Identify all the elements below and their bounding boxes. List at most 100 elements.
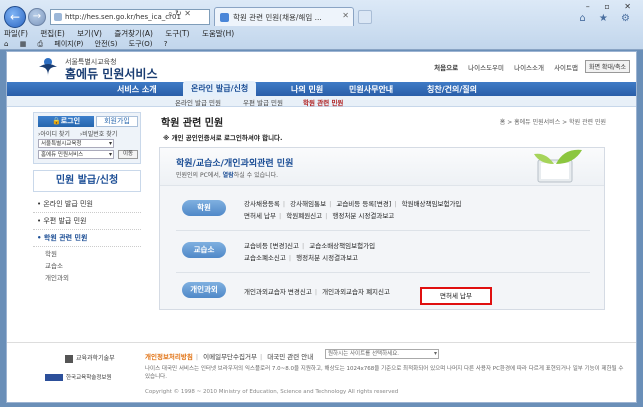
svc-academy-close[interactable]: 학원폐원신고 xyxy=(286,212,322,220)
window-controls[interactable]: – ▫ ✕ xyxy=(586,2,637,11)
logo-icon xyxy=(39,58,57,76)
menu-tools[interactable]: 도구(T) xyxy=(165,29,189,38)
login-label: 로그인 xyxy=(60,117,81,125)
footer-notice: 나이스 대국민 서비스는 인터넷 브라우저의 익스플로러 7.0~8.0을 지원… xyxy=(145,366,624,380)
category-academy: 학원 xyxy=(182,200,226,216)
left-menu-academy[interactable]: • 학원 관련 민원 xyxy=(33,230,141,247)
svc-tutor-change[interactable]: 개인과외교습자 변경신고 xyxy=(244,288,312,296)
new-tab-button[interactable] xyxy=(358,10,372,24)
left-sub-tutoring-center[interactable]: 교습소 xyxy=(33,259,141,271)
toolbar-page[interactable]: 페이지(P) xyxy=(54,40,83,48)
toolbar-safety[interactable]: 안전(S) xyxy=(95,40,118,48)
left-menu-online[interactable]: • 온라인 발급 민원 xyxy=(33,196,141,213)
banner-desc: 민원인의 PC에서, 열람하실 수 있습니다. xyxy=(176,172,279,179)
site-header: 서울특별시교육청 홈에듀 민원서비스 처음으로 나이스도우미 나이스소개 사이트… xyxy=(7,52,636,82)
browser-tab[interactable]: 학원 관련 민원(채용/해임 ... ✕ xyxy=(214,7,354,26)
divider xyxy=(176,272,590,273)
footer-links: 개인정보처리방침 | 이메일무단수집거부 | 대국민 관련 안내 xyxy=(145,353,314,361)
subnav-online[interactable]: 온라인 발급 민원 xyxy=(175,97,221,107)
academy-row-2: 면허세 납부 | 학원폐원신고 | 행정처분 시정결과보고 xyxy=(244,212,395,220)
command-bar: ⌂ ▦ ⎙ 페이지(P) 안전(S) 도구(O) ? xyxy=(4,39,176,49)
left-menu: • 온라인 발급 민원 • 우편 발급 민원 • 학원 관련 민원 학원 교습소… xyxy=(33,196,141,283)
office-select[interactable]: 서울특별시교육청 xyxy=(38,139,114,148)
menu-edit[interactable]: 편집(E) xyxy=(40,29,64,38)
logo-title[interactable]: 홈에듀 민원서비스 xyxy=(65,65,158,82)
arrow-right-icon: → xyxy=(32,11,42,22)
academy-row-1: 강사채용등록 | 강사해임통보 | 교습비등 등록[변경] | 학원배상책임보험가입 xyxy=(244,200,462,208)
svc-teacher-register[interactable]: 강사채용등록 xyxy=(244,200,280,208)
global-nav: 서비스 소개 온라인 발급/신청 나의 민원 민원사무안내 칭찬/건의/질의 xyxy=(7,81,636,96)
menu-file[interactable]: 파일(F) xyxy=(4,29,28,38)
subnav-mail[interactable]: 우편 발급 민원 xyxy=(243,97,283,107)
subnav-academy[interactable]: 학원 관련 민원 xyxy=(303,97,343,107)
link-neis-intro[interactable]: 나이스소개 xyxy=(514,64,544,72)
email-policy-link[interactable]: 이메일무단수집거부 xyxy=(203,353,257,361)
highlighted-license-tax-link[interactable]: 면허세 납부 xyxy=(420,287,492,305)
gnb-service-intro[interactable]: 서비스 소개 xyxy=(117,84,157,95)
find-id-link[interactable]: ›아이디 찾기 xyxy=(38,131,74,138)
screen-zoom-button[interactable]: 화면 확대/축소 xyxy=(584,60,630,73)
gnb-civil-guide[interactable]: 민원사무안내 xyxy=(349,84,393,95)
gnb-my-civil[interactable]: 나의 민원 xyxy=(291,84,323,95)
gnb-online-issue[interactable]: 온라인 발급/신청 xyxy=(183,81,257,96)
page-title: 학원 관련 민원 xyxy=(161,118,224,129)
feed-icon[interactable]: ▦ xyxy=(20,40,27,48)
left-sub-academy[interactable]: 학원 xyxy=(33,247,141,259)
svc-admin-correction[interactable]: 행정처분 시정결과보고 xyxy=(332,212,394,220)
left-sub-private-tutor[interactable]: 개인과외 xyxy=(33,271,141,283)
find-pw-link[interactable]: ›비밀번호 찾기 xyxy=(80,131,121,138)
svc-teacher-dismiss[interactable]: 강사해임통보 xyxy=(290,200,326,208)
close-icon[interactable]: ✕ xyxy=(184,9,191,18)
toolbar-tools[interactable]: 도구(O) xyxy=(129,40,153,48)
chrome-icons[interactable]: ⌂ ★ ⚙ xyxy=(579,13,635,24)
home-icon[interactable]: ⌂ xyxy=(4,40,8,48)
back-button[interactable]: ← xyxy=(4,6,26,28)
copyright: Copyright © 1998 ~ 2010 Ministry of Educ… xyxy=(145,389,399,395)
svc-academy-insurance[interactable]: 학원배상책임보험가입 xyxy=(402,200,462,208)
menu-view[interactable]: 보기(V) xyxy=(77,29,102,38)
svc-center-correction[interactable]: 행정처분 시정결과보고 xyxy=(296,254,358,262)
login-notice: ※ 개인 공인인증서로 로그인하셔야 합니다. xyxy=(163,134,283,142)
favicon-icon xyxy=(220,13,229,22)
menu-favorites[interactable]: 즐겨찾기(A) xyxy=(114,29,153,38)
refresh-icon[interactable]: ↻ xyxy=(175,9,182,18)
login-button[interactable]: 🔒로그인 xyxy=(38,116,94,127)
svc-center-close[interactable]: 교습소폐소신고 xyxy=(244,254,286,262)
gnb-praise[interactable]: 칭찬/건의/질의 xyxy=(427,84,477,95)
menu-bar: 파일(F) 편집(E) 보기(V) 즐겨찾기(A) 도구(T) 도움말(H) xyxy=(4,28,244,39)
move-button[interactable]: 이동 xyxy=(118,150,138,159)
lock-icon: 🔒 xyxy=(51,117,61,125)
login-box: 🔒로그인 회원가입 ›아이디 찾기 ›비밀번호 찾기 서울특별시교육청 홈에듀 … xyxy=(33,112,141,164)
svc-tutor-close[interactable]: 개인과외교습자 폐지신고 xyxy=(322,288,390,296)
tab-close-icon[interactable]: ✕ xyxy=(342,11,349,20)
site-label: 대국민 관련 안내 xyxy=(267,353,314,361)
svc-center-tuition[interactable]: 교습비등 [변경]신고 xyxy=(244,242,299,250)
link-neis-helper[interactable]: 나이스도우미 xyxy=(468,64,504,72)
help-icon[interactable]: ? xyxy=(164,40,168,48)
privacy-link[interactable]: 개인정보처리방침 xyxy=(145,353,193,361)
site-select[interactable]: 원하시는 사이트를 선택하세요. xyxy=(325,349,439,359)
search-icon[interactable]: ⌕ xyxy=(168,9,172,18)
category-tutoring-center: 교습소 xyxy=(182,242,226,258)
link-sitemap[interactable]: 사이트맵 xyxy=(554,64,578,72)
svc-tuition-register[interactable]: 교습비등 등록[변경] xyxy=(336,200,391,208)
join-button[interactable]: 회원가입 xyxy=(96,116,138,127)
svc-license-tax[interactable]: 면허세 납부 xyxy=(244,212,276,220)
menu-help[interactable]: 도움말(H) xyxy=(202,29,234,38)
sub-nav: 온라인 발급 민원 우편 발급 민원 학원 관련 민원 xyxy=(7,96,636,107)
left-menu-mail[interactable]: • 우편 발급 민원 xyxy=(33,213,141,230)
forward-button[interactable]: → xyxy=(28,8,46,26)
footer-logo-ministry: 교육과학기술부 xyxy=(65,353,115,363)
link-home[interactable]: 처음으로 xyxy=(434,64,458,72)
arrow-left-icon: ← xyxy=(9,10,21,24)
svc-center-insurance[interactable]: 교습소배상책임보험가입 xyxy=(309,242,375,250)
keris-logo-icon xyxy=(45,374,63,381)
left-menu-title: 민원 발급/신청 xyxy=(33,170,141,192)
tab-title: 학원 관련 민원(채용/해임 ... xyxy=(233,13,322,22)
address-tools[interactable]: ⌕ ↻ ✕ xyxy=(168,9,191,19)
browser-chrome: ← → http://hes.sen.go.kr/hes_ica_cr01 ⌕ … xyxy=(0,0,643,50)
print-icon[interactable]: ⎙ xyxy=(38,40,44,48)
page-icon xyxy=(54,13,62,21)
service-select[interactable]: 홈에듀 민원서비스 xyxy=(38,150,114,159)
address-text: http://hes.sen.go.kr/hes_ica_cr01 xyxy=(65,13,181,21)
